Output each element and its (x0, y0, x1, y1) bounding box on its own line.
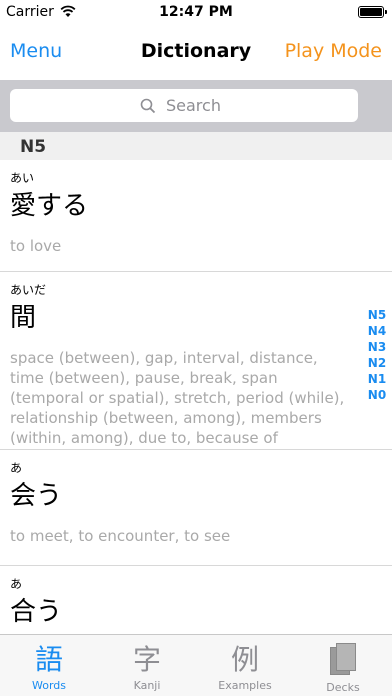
section-title: N5 (20, 137, 47, 157)
status-bar: Carrier 12:47 PM (0, 0, 392, 24)
entry-word: 愛する (10, 191, 89, 221)
tab-label: Examples (218, 679, 272, 692)
words-icon: 語 (34, 643, 63, 676)
search-icon (140, 98, 156, 113)
play-mode-button[interactable]: Play Mode (285, 40, 382, 62)
entry-reading: あいだ (10, 283, 47, 297)
tab-label: Words (31, 679, 66, 692)
index-item-n0[interactable]: N0 (366, 387, 388, 403)
tab-kanji[interactable]: 字 Kanji (98, 635, 196, 696)
tab-bar: 語 Words 字 Kanji 例 Examples Decks (0, 634, 392, 696)
list-item[interactable]: あ 合う (0, 566, 392, 630)
entry-reading: あ (10, 461, 23, 475)
index-item-n1[interactable]: N1 (366, 371, 388, 387)
entry-meaning: space (between), gap, interval, distance… (10, 349, 345, 447)
list-item[interactable]: あい 愛する to love (0, 160, 392, 272)
tab-words[interactable]: 語 Words (0, 635, 98, 696)
entry-meaning: to meet, to encounter, to see (10, 527, 231, 545)
entry-word: 間 (10, 303, 37, 333)
entry-word: 会う (10, 481, 63, 511)
section-header: N5 (0, 132, 392, 160)
index-item-n4[interactable]: N4 (366, 323, 388, 339)
battery-icon (358, 6, 387, 18)
list-item[interactable]: あ 会う to meet, to encounter, to see (0, 450, 392, 566)
search-box[interactable] (10, 89, 358, 122)
entry-word: 合う (10, 597, 63, 627)
tab-label: Kanji (133, 679, 161, 692)
index-item-n2[interactable]: N2 (366, 355, 388, 371)
navigation-bar: Menu Dictionary Play Mode (0, 24, 392, 80)
word-list[interactable]: あい 愛する to love あいだ 間 space (between), ga… (0, 160, 392, 634)
index-item-n5[interactable]: N5 (366, 307, 388, 323)
clock: 12:47 PM (159, 4, 233, 20)
examples-icon: 例 (230, 643, 259, 676)
search-input[interactable] (164, 95, 228, 116)
kanji-icon: 字 (132, 643, 161, 676)
entry-reading: あ (10, 577, 23, 591)
tab-label: Decks (326, 681, 360, 694)
section-index[interactable]: N5 N4 N3 N2 N1 N0 (366, 307, 388, 403)
entry-meaning: to love (10, 237, 62, 255)
entry-reading: あい (10, 171, 35, 185)
list-item[interactable]: あいだ 間 space (between), gap, interval, di… (0, 272, 392, 450)
search-bar (0, 80, 392, 132)
deck-icon (330, 643, 356, 675)
tab-decks[interactable]: Decks (294, 635, 392, 696)
index-item-n3[interactable]: N3 (366, 339, 388, 355)
tab-examples[interactable]: 例 Examples (196, 635, 294, 696)
